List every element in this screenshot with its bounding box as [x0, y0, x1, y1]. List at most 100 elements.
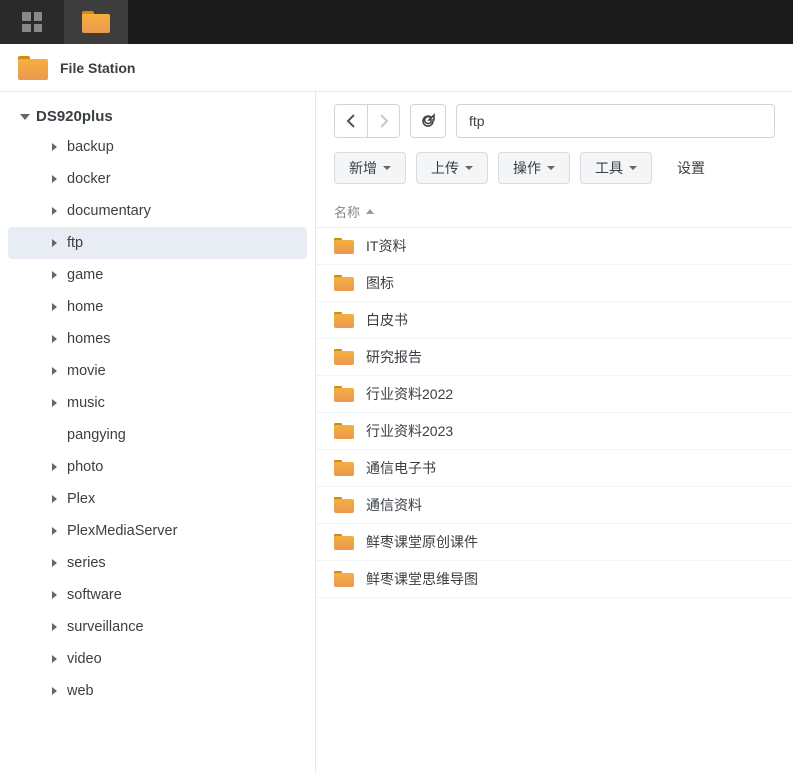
upload-button-label: 上传	[431, 158, 459, 178]
add-button-label: 新增	[349, 158, 377, 178]
folder-icon	[18, 56, 48, 80]
file-row[interactable]: 行业资料2022	[316, 376, 793, 413]
sidebar-item-label: software	[67, 587, 122, 603]
file-row[interactable]: 白皮书	[316, 302, 793, 339]
folder-icon	[334, 460, 354, 476]
chevron-right-icon	[52, 207, 57, 215]
add-button[interactable]: 新增	[334, 152, 406, 184]
chevron-right-icon	[52, 463, 57, 471]
tools-button[interactable]: 工具	[580, 152, 652, 184]
sidebar-item-label: ftp	[67, 235, 83, 251]
chevron-right-icon	[52, 655, 57, 663]
folder-icon	[334, 275, 354, 291]
sidebar-item-photo[interactable]: photo	[8, 451, 307, 483]
sidebar-item-pangying[interactable]: pangying	[8, 419, 307, 451]
tools-button-label: 工具	[595, 158, 623, 178]
file-name: 图标	[366, 273, 394, 293]
forward-button[interactable]	[367, 105, 399, 137]
file-row[interactable]: 图标	[316, 265, 793, 302]
chevron-right-icon	[52, 239, 57, 247]
sidebar-item-music[interactable]: music	[8, 387, 307, 419]
file-row[interactable]: 鲜枣课堂原创课件	[316, 524, 793, 561]
chevron-down-icon	[547, 166, 555, 170]
file-row[interactable]: 鲜枣课堂思维导图	[316, 561, 793, 598]
chevron-right-icon	[52, 623, 57, 631]
tree-root[interactable]: DS920plus	[0, 102, 315, 131]
sidebar-item-label: homes	[67, 331, 111, 347]
sidebar-item-label: game	[67, 267, 103, 283]
folder-icon	[334, 312, 354, 328]
folder-icon	[334, 534, 354, 550]
sidebar-item-label: Plex	[67, 491, 95, 507]
chevron-right-icon	[379, 114, 389, 128]
nav-row	[316, 92, 793, 144]
path-input[interactable]	[456, 104, 775, 138]
sidebar-item-label: surveillance	[67, 619, 144, 635]
file-name: 鲜枣课堂思维导图	[366, 569, 478, 589]
folder-icon	[334, 571, 354, 587]
settings-button-label: 设置	[677, 158, 705, 178]
grid-icon	[22, 12, 42, 32]
refresh-icon	[420, 113, 436, 129]
nav-history-group	[334, 104, 400, 138]
chevron-right-icon	[52, 495, 57, 503]
sidebar-item-software[interactable]: software	[8, 579, 307, 611]
chevron-left-icon	[346, 114, 356, 128]
sidebar-item-label: music	[67, 395, 105, 411]
chevron-right-icon	[52, 591, 57, 599]
chevron-down-icon	[629, 166, 637, 170]
sidebar: DS920plus backup dockerdocumentary ftp game…	[0, 92, 316, 773]
refresh-button[interactable]	[410, 104, 446, 138]
file-row[interactable]: 通信电子书	[316, 450, 793, 487]
chevron-down-icon	[20, 114, 30, 120]
list-header[interactable]: 名称	[316, 196, 793, 228]
tree-root-label: DS920plus	[36, 108, 113, 125]
file-name: 行业资料2022	[366, 384, 453, 404]
sidebar-item-label: movie	[67, 363, 106, 379]
sidebar-item-label: pangying	[67, 427, 126, 443]
taskbar-app-grid[interactable]	[0, 0, 64, 44]
sidebar-item-surveillance[interactable]: surveillance	[8, 611, 307, 643]
sidebar-item-docker[interactable]: docker	[8, 163, 307, 195]
file-row[interactable]: IT资料	[316, 228, 793, 265]
chevron-right-icon	[52, 527, 57, 535]
content-area: 新增 上传 操作 工具 设置 名称 IT资料图标白皮书研究报告行业资料	[316, 92, 793, 773]
file-name: 通信资料	[366, 495, 422, 515]
sidebar-item-plexmediaserver[interactable]: PlexMediaServer	[8, 515, 307, 547]
taskbar	[0, 0, 793, 44]
folder-icon	[334, 423, 354, 439]
folder-icon	[334, 497, 354, 513]
sidebar-item-documentary[interactable]: documentary	[8, 195, 307, 227]
chevron-right-icon	[52, 175, 57, 183]
file-row[interactable]: 通信资料	[316, 487, 793, 524]
upload-button[interactable]: 上传	[416, 152, 488, 184]
sidebar-item-label: backup	[67, 139, 114, 155]
spacer	[52, 431, 57, 439]
sidebar-item-label: home	[67, 299, 103, 315]
file-list: IT资料图标白皮书研究报告行业资料2022 行业资料2023 通信电子书通信资料鲜枣…	[316, 228, 793, 598]
sidebar-item-movie[interactable]: movie	[8, 355, 307, 387]
sidebar-item-backup[interactable]: backup	[8, 131, 307, 163]
app-title: File Station	[60, 60, 135, 76]
chevron-down-icon	[465, 166, 473, 170]
file-name: 研究报告	[366, 347, 422, 367]
sidebar-item-series[interactable]: series	[8, 547, 307, 579]
folder-icon	[334, 386, 354, 402]
chevron-right-icon	[52, 271, 57, 279]
sidebar-item-homes[interactable]: homes	[8, 323, 307, 355]
back-button[interactable]	[335, 105, 367, 137]
sidebar-item-ftp[interactable]: ftp	[8, 227, 307, 259]
sidebar-item-plex[interactable]: Plex	[8, 483, 307, 515]
settings-button[interactable]: 设置	[662, 152, 720, 184]
chevron-right-icon	[52, 335, 57, 343]
sidebar-item-video[interactable]: video	[8, 643, 307, 675]
file-row[interactable]: 研究报告	[316, 339, 793, 376]
file-row[interactable]: 行业资料2023	[316, 413, 793, 450]
file-name: 通信电子书	[366, 458, 436, 478]
action-button[interactable]: 操作	[498, 152, 570, 184]
sidebar-item-web[interactable]: web	[8, 675, 307, 707]
sidebar-item-game[interactable]: game	[8, 259, 307, 291]
taskbar-file-station[interactable]	[64, 0, 128, 44]
sidebar-item-home[interactable]: home	[8, 291, 307, 323]
main-layout: DS920plus backup dockerdocumentary ftp game…	[0, 92, 793, 773]
